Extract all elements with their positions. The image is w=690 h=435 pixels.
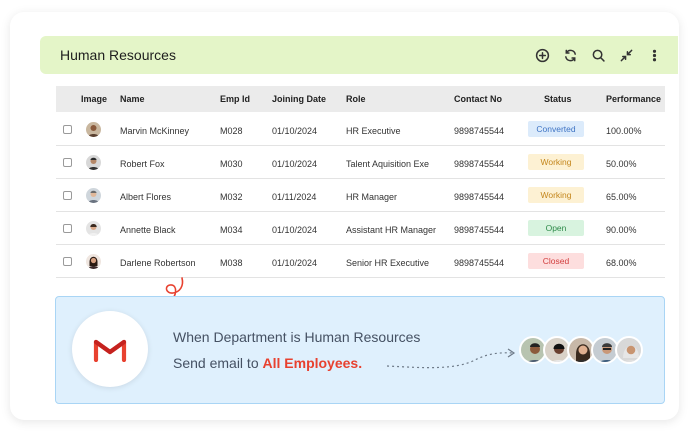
table-row[interactable]: Robert Fox M030 01/10/2024 Talent Aquisi…: [56, 146, 665, 179]
cell-joining-date: 01/11/2024: [272, 192, 317, 202]
cell-emp-id: M028: [220, 126, 243, 136]
cell-joining-date: 01/10/2024: [272, 159, 318, 169]
status-badge: Working: [528, 154, 584, 170]
cell-performance: 68.00%: [606, 258, 637, 268]
column-header-image: Image: [81, 94, 108, 104]
avatar: [86, 155, 101, 170]
column-header-role[interactable]: Role: [346, 94, 366, 104]
table-row[interactable]: Annette Black M034 01/10/2024 Assistant …: [56, 212, 665, 245]
cell-joining-date: 01/10/2024: [272, 126, 318, 136]
avatar: [615, 336, 643, 364]
cell-role: Senior HR Executive: [346, 258, 430, 268]
cell-contact: 9898745544: [454, 192, 505, 202]
add-circle-icon[interactable]: [533, 46, 551, 64]
cell-performance: 50.00%: [606, 159, 637, 169]
row-checkbox[interactable]: [63, 125, 72, 134]
column-header-joining-date[interactable]: Joining Date: [272, 94, 326, 104]
cell-performance: 90.00%: [606, 225, 637, 235]
cell-role: HR Executive: [346, 126, 401, 136]
table-header: Image Name Emp Id Joining Date Role Cont…: [56, 86, 665, 112]
row-checkbox[interactable]: [63, 257, 72, 266]
status-badge: Open: [528, 220, 584, 236]
row-checkbox[interactable]: [63, 158, 72, 167]
row-checkbox[interactable]: [63, 224, 72, 233]
cell-role: Assistant HR Manager: [346, 225, 437, 235]
refresh-icon[interactable]: [561, 46, 579, 64]
table-row[interactable]: Marvin McKinney M028 01/10/2024 HR Execu…: [56, 113, 665, 146]
dotted-arrow-icon: [386, 348, 516, 369]
cell-name: Annette Black: [120, 225, 176, 235]
cell-contact: 9898745544: [454, 159, 505, 169]
more-vertical-icon[interactable]: [645, 46, 663, 64]
cell-emp-id: M038: [220, 258, 243, 268]
page-title: Human Resources: [60, 47, 176, 63]
banner-action-text: Send email to All Employees.: [173, 355, 362, 371]
cell-contact: 9898745544: [454, 258, 505, 268]
status-badge: Closed: [528, 253, 584, 269]
column-header-performance[interactable]: Performance: [606, 94, 661, 104]
column-header-emp-id[interactable]: Emp Id: [220, 94, 250, 104]
cell-name: Albert Flores: [120, 192, 172, 202]
status-badge: Converted: [528, 121, 584, 137]
gmail-icon: [72, 311, 148, 387]
module-header: Human Resources: [40, 36, 678, 74]
column-header-contact[interactable]: Contact No: [454, 94, 502, 104]
cell-role: HR Manager: [346, 192, 398, 202]
avatar: [86, 122, 101, 137]
cell-emp-id: M034: [220, 225, 243, 235]
status-badge: Working: [528, 187, 584, 203]
avatar: [86, 254, 101, 269]
cell-name: Marvin McKinney: [120, 126, 190, 136]
cell-name: Robert Fox: [120, 159, 165, 169]
cell-emp-id: M030: [220, 159, 243, 169]
cell-emp-id: M032: [220, 192, 243, 202]
row-checkbox[interactable]: [63, 191, 72, 200]
banner-action-prefix: Send email to: [173, 355, 263, 371]
avatar: [86, 188, 101, 203]
cell-performance: 65.00%: [606, 192, 637, 202]
cell-performance: 100.00%: [606, 126, 642, 136]
cell-joining-date: 01/10/2024: [272, 258, 318, 268]
table-row[interactable]: Albert Flores M032 01/11/2024 HR Manager…: [56, 179, 665, 212]
cell-name: Darlene Robertson: [120, 258, 196, 268]
avatar: [86, 221, 101, 236]
cell-contact: 9898745544: [454, 225, 505, 235]
banner-condition-text: When Department is Human Resources: [173, 329, 421, 345]
banner-action-highlight: All Employees.: [262, 355, 363, 371]
column-header-status[interactable]: Status: [544, 94, 572, 104]
cell-contact: 9898745544: [454, 126, 505, 136]
search-icon[interactable]: [589, 46, 607, 64]
column-header-name[interactable]: Name: [120, 94, 145, 104]
collapse-icon[interactable]: [617, 46, 635, 64]
table-row[interactable]: Darlene Robertson M038 01/10/2024 Senior…: [56, 245, 665, 278]
cell-role: Talent Aquisition Exe: [346, 159, 430, 169]
cell-joining-date: 01/10/2024: [272, 225, 318, 235]
